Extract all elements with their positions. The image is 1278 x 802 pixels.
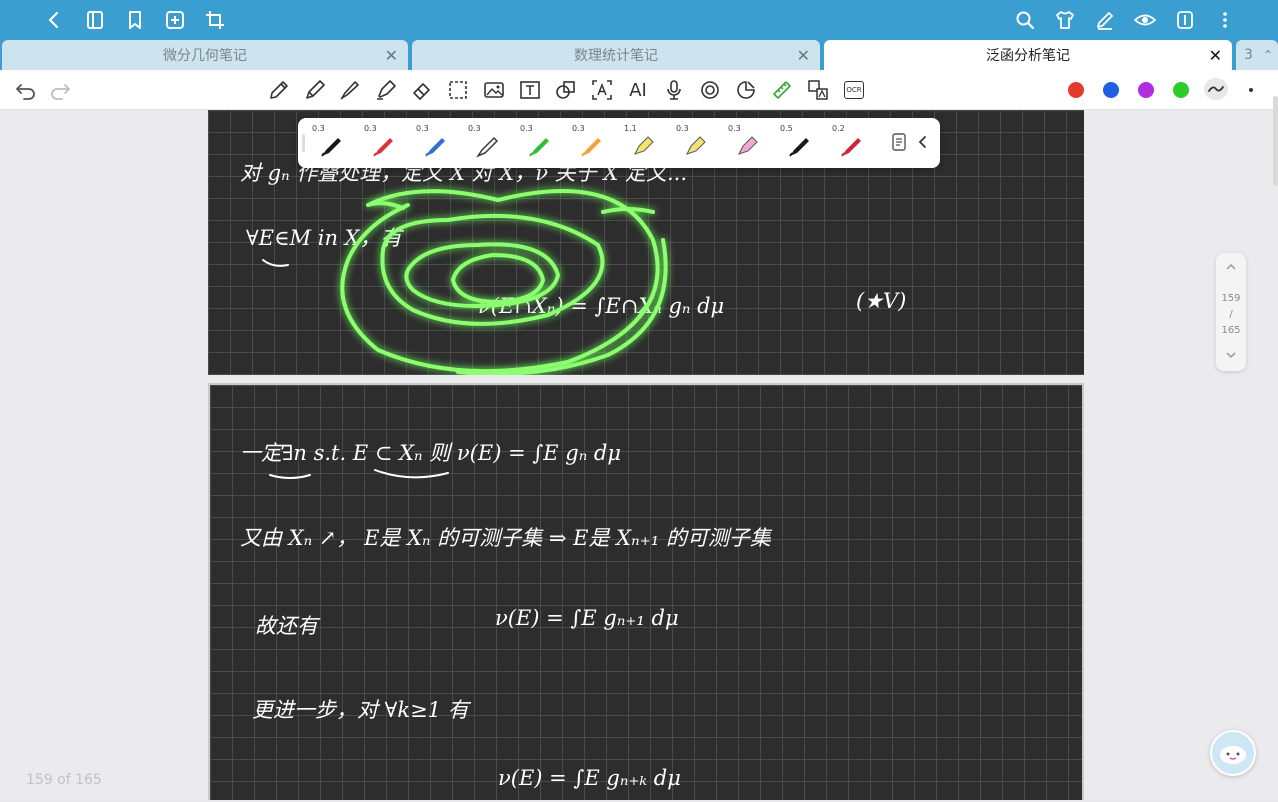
pen-settings-icon[interactable] [891, 133, 907, 155]
pen-size-label: 0.3 [676, 124, 689, 133]
note-line: 更进一步，对 ∀k≥1 有 [252, 698, 472, 722]
edit-pen-icon[interactable] [1093, 8, 1117, 32]
pen-preset[interactable]: 0.5 [776, 120, 822, 166]
drawing-toolbar: AI OCR [0, 70, 1278, 110]
note-line: ∀E∈M in X，有 [246, 226, 405, 250]
note-formula-tag: (★V) [856, 289, 906, 313]
pen-size-label: 0.3 [416, 124, 429, 133]
color-swatch-red[interactable] [1068, 82, 1084, 98]
redo-icon[interactable] [48, 78, 72, 102]
tab-label: 微分几何笔记 [163, 48, 247, 64]
total-page-number: 165 [1221, 325, 1241, 336]
search-icon[interactable] [1013, 8, 1037, 32]
pen-preset[interactable]: 0.3 [516, 120, 562, 166]
tab-label: 泛函分析笔记 [986, 48, 1070, 64]
tab-strip: 微分几何笔记 ✕ 数理统计笔记 ✕ 泛函分析笔记 ✕ 3 ⌃ [0, 40, 1278, 70]
scrollbar[interactable] [1273, 96, 1278, 186]
top-app-bar [0, 0, 1278, 40]
close-icon[interactable]: ✕ [797, 46, 810, 65]
color-swatch-purple[interactable] [1138, 82, 1154, 98]
collapse-chevron-icon[interactable] [916, 133, 930, 155]
lasso-select-icon[interactable] [446, 78, 470, 102]
tab-functional-analysis[interactable]: 泛函分析笔记 ✕ [824, 40, 1232, 70]
tab-mathematical-statistics[interactable]: 数理统计笔记 ✕ [412, 40, 820, 70]
note-line: 故还有 [255, 614, 321, 638]
pen-preset[interactable]: 0.3 [464, 120, 510, 166]
sticker-icon[interactable] [734, 78, 758, 102]
image-insert-icon[interactable] [482, 78, 506, 102]
audio-record-icon[interactable] [698, 78, 722, 102]
back-icon[interactable] [42, 8, 66, 32]
more-menu-icon[interactable] [1213, 8, 1237, 32]
close-icon[interactable]: ✕ [385, 46, 398, 65]
highlighter-preset[interactable]: 1.1 [620, 120, 666, 166]
color-swatch-green[interactable] [1173, 82, 1189, 98]
note-formula: ν(E∩Xₙ) = ∫E∩Xₙ gₙ dμ [478, 294, 724, 318]
assistant-bubble-icon[interactable] [1210, 730, 1256, 776]
pen-size-label: 0.3 [312, 124, 325, 133]
pen-size-label: 0.3 [520, 124, 533, 133]
ruler-tool-icon[interactable] [770, 78, 794, 102]
pen-size-label: 1.1 [624, 124, 637, 133]
view-eye-icon[interactable] [1133, 8, 1157, 32]
pen-size-label: 0.3 [728, 124, 741, 133]
text-box-icon[interactable] [518, 78, 542, 102]
note-formula: ν(E) = ∫E gₙ₊ₖ dμ [498, 766, 681, 790]
note-formula: ν(E) = ∫E gₙ₊₁ dμ [495, 606, 679, 630]
eraser-tool-icon[interactable] [410, 78, 434, 102]
highlighter-preset[interactable]: 0.3 [672, 120, 718, 166]
shape-tool-icon[interactable] [554, 78, 578, 102]
pen-size-label: 0.5 [780, 124, 793, 133]
green-scribble-drawing [340, 189, 668, 375]
highlighter-preset[interactable]: 0.3 [724, 120, 770, 166]
pen-preset[interactable]: 0.3 [568, 120, 614, 166]
pen-tool-icon[interactable] [303, 78, 327, 102]
tab-overflow-count: 3 [1244, 47, 1253, 63]
pen-selector-bar: 0.3 0.3 0.3 0.3 0.3 0.3 1.1 0.3 0.3 0.5 … [298, 118, 940, 168]
tab-overflow[interactable]: 3 ⌃ [1236, 40, 1278, 70]
current-page-number: 159 [1221, 293, 1241, 304]
tab-label: 数理统计笔记 [574, 48, 658, 64]
pen-preset[interactable]: 0.3 [360, 120, 406, 166]
pencil-tool-icon[interactable] [267, 78, 291, 102]
pen-size-label: 0.3 [572, 124, 585, 133]
note-page-lower[interactable]: 一定∃n s.t. E ⊂ Xₙ 则 ν(E) = ∫E gₙ dμ 又由 Xₙ… [208, 383, 1084, 800]
note-line: 一定∃n s.t. E ⊂ Xₙ 则 ν(E) = ∫E gₙ dμ [240, 441, 621, 465]
page-separator: / [1229, 309, 1233, 320]
bookmark-icon[interactable] [123, 8, 147, 32]
microphone-icon[interactable] [662, 78, 686, 102]
stroke-size-indicator[interactable] [1249, 88, 1253, 92]
brush-tool-icon[interactable] [338, 78, 362, 102]
undo-icon[interactable] [14, 78, 38, 102]
pen-size-label: 0.3 [364, 124, 377, 133]
translate-icon[interactable] [806, 78, 830, 102]
crop-icon[interactable] [203, 8, 227, 32]
chevron-up-icon[interactable] [1216, 263, 1246, 274]
theme-shirt-icon[interactable] [1053, 8, 1077, 32]
pen-size-label: 0.3 [468, 124, 481, 133]
pen-preset[interactable]: 0.3 [308, 120, 354, 166]
pen-preset[interactable]: 0.2 [828, 120, 874, 166]
stroke-style-icon[interactable] [1204, 78, 1228, 100]
ai-assistant-button[interactable]: AI [626, 78, 650, 102]
split-view-icon[interactable] [1173, 8, 1197, 32]
chevron-down-icon[interactable] [1216, 351, 1246, 362]
note-line: 又由 Xₙ ↗， E是 Xₙ 的可测子集 ⇒ E是 Xₙ₊₁ 的可测子集 [240, 526, 773, 550]
page-indicator: 159 of 165 [26, 772, 102, 788]
add-page-icon[interactable] [163, 8, 187, 32]
color-swatch-blue[interactable] [1103, 82, 1119, 98]
tab-differential-geometry[interactable]: 微分几何笔记 ✕ [2, 40, 408, 70]
drag-handle[interactable] [302, 134, 305, 152]
pen-size-label: 0.2 [832, 124, 845, 133]
chevron-up-icon: ⌃ [1262, 48, 1273, 62]
text-recognition-icon[interactable] [590, 78, 614, 102]
ocr-button[interactable]: OCR [844, 81, 864, 99]
close-icon[interactable]: ✕ [1209, 46, 1222, 65]
notebook-icon[interactable] [83, 8, 107, 32]
page-scroller[interactable]: 159 / 165 [1216, 253, 1246, 371]
highlighter-tool-icon[interactable] [374, 78, 398, 102]
pen-preset[interactable]: 0.3 [412, 120, 458, 166]
